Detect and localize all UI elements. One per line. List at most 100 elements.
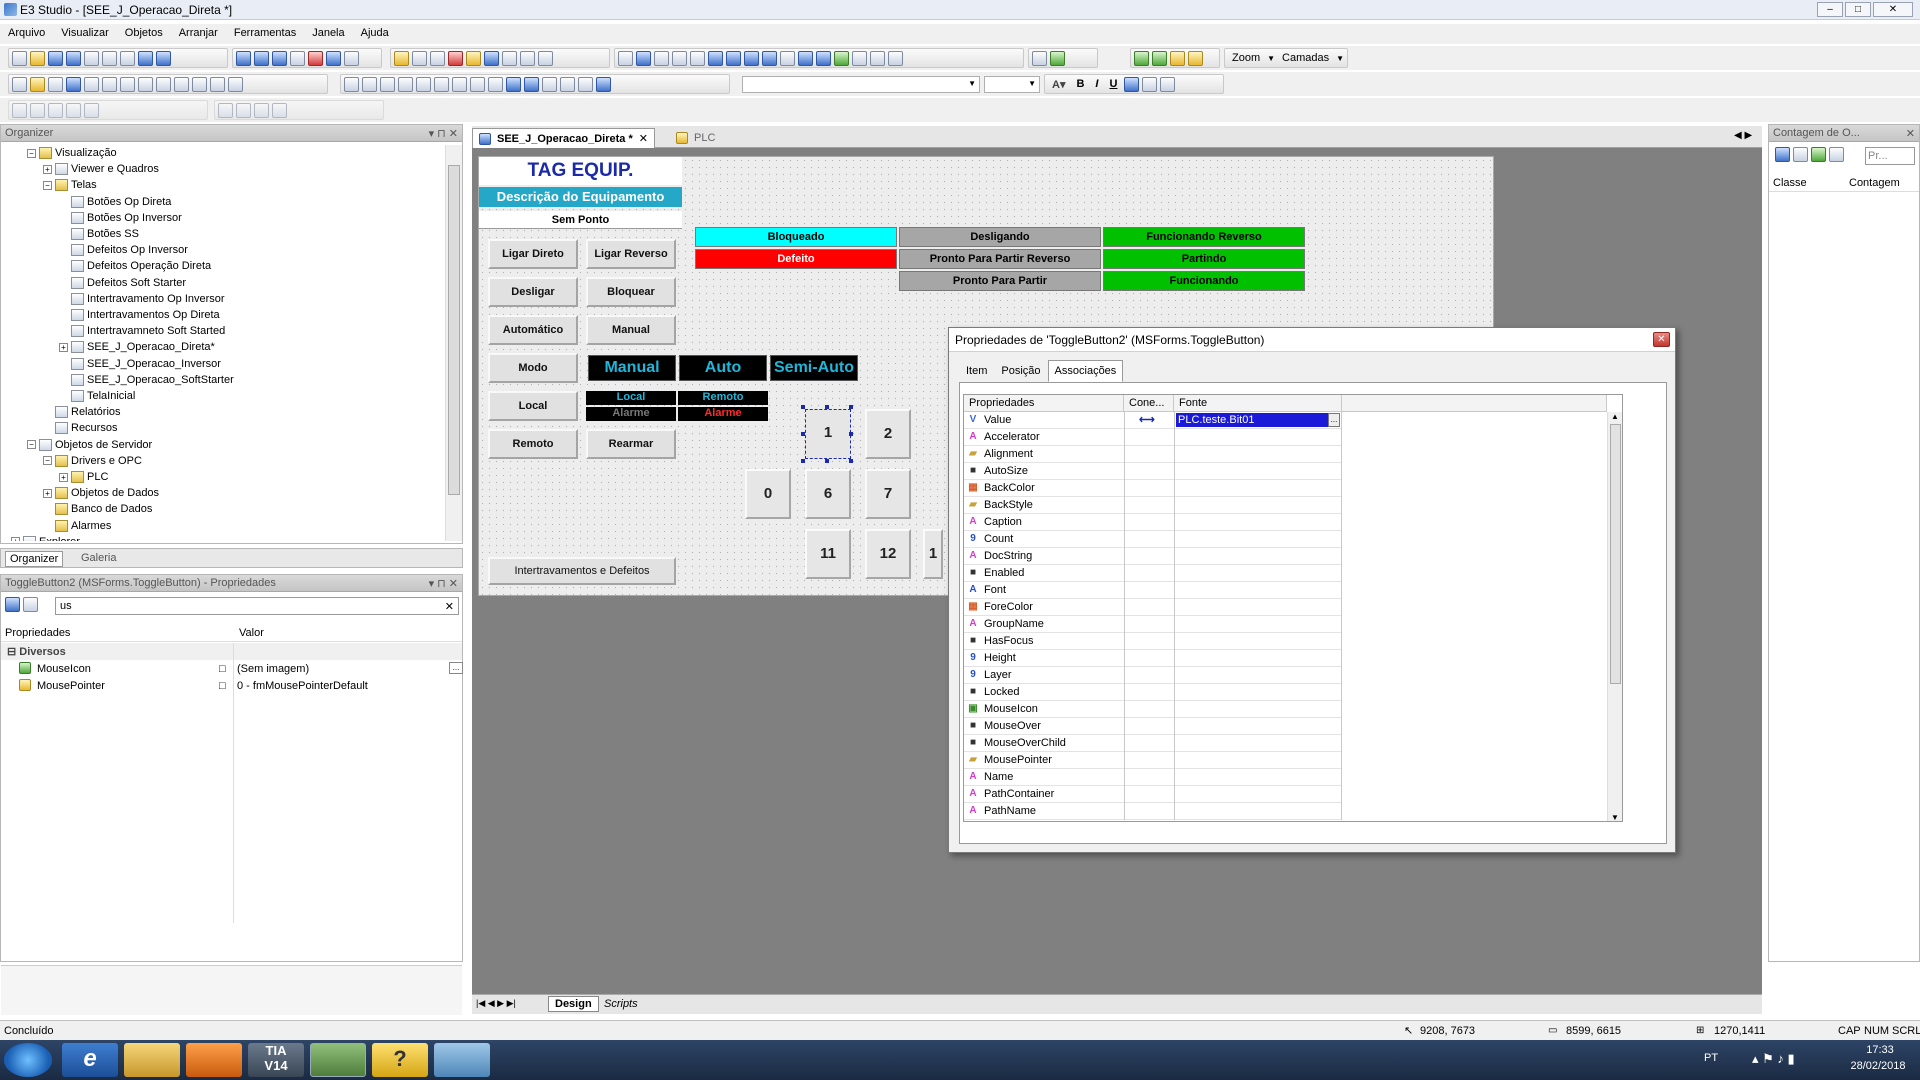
layout-icon[interactable] (272, 50, 287, 66)
source-cell[interactable] (1174, 633, 1342, 650)
connection-cell[interactable]: ⟷ (1124, 412, 1174, 429)
underline-icon[interactable]: U (1105, 78, 1121, 90)
key-1-selected[interactable]: 1 (805, 409, 851, 459)
selection-handle[interactable] (801, 432, 805, 436)
connection-cell[interactable] (1124, 667, 1174, 684)
shadow-icon[interactable] (218, 102, 233, 118)
tree-item[interactable]: Botões Op Direta (59, 194, 171, 210)
rearmar-button[interactable]: Rearmar (586, 429, 676, 459)
sigma-icon[interactable] (484, 50, 499, 66)
tree-item[interactable]: Alarmes (43, 518, 111, 534)
connection-cell[interactable] (1124, 429, 1174, 446)
combobox-icon[interactable] (138, 76, 153, 92)
desligar-button[interactable]: Desligar (488, 277, 578, 307)
tree-item[interactable]: Banco de Dados (43, 501, 152, 517)
media-player-icon[interactable] (186, 1043, 242, 1077)
text-left-icon[interactable] (1124, 76, 1140, 92)
minimize-button[interactable]: – (1817, 2, 1843, 17)
connection-cell[interactable] (1124, 684, 1174, 701)
alpha-sort-icon[interactable] (23, 597, 38, 612)
source-cell[interactable] (1174, 446, 1342, 463)
tree-item[interactable]: Defeitos Op Inversor (59, 242, 188, 258)
connection-cell[interactable] (1124, 735, 1174, 752)
font-color-icon[interactable]: A▾ (1048, 78, 1069, 91)
font-name-select[interactable]: ▼ (742, 76, 980, 93)
start-button[interactable] (4, 1043, 52, 1077)
connection-cell[interactable] (1124, 548, 1174, 565)
connection-cell[interactable] (1124, 803, 1174, 820)
connection-cell[interactable] (1124, 514, 1174, 531)
key-7[interactable]: 7 (865, 469, 911, 519)
association-row[interactable]: A Caption (964, 514, 1342, 531)
scroll-up-icon[interactable]: ▲ (1611, 412, 1619, 421)
effect1-icon[interactable] (236, 102, 251, 118)
organizer-close-icon[interactable]: ▾ ⊓ ✕ (429, 127, 458, 140)
source-cell[interactable] (1174, 667, 1342, 684)
expand-icon[interactable]: + (59, 472, 68, 482)
connection-cell[interactable] (1124, 582, 1174, 599)
maximize-button[interactable]: □ (1845, 2, 1871, 17)
align-left-icon[interactable] (344, 76, 359, 92)
source-cell[interactable] (1174, 650, 1342, 667)
tab-scroll-icon[interactable]: ◀ ▶ (1734, 130, 1752, 141)
selection-handle[interactable] (825, 459, 829, 463)
tree-item[interactable]: Defeitos Soft Starter (59, 275, 186, 291)
tab-design[interactable]: Design (548, 996, 599, 1012)
arrow-style-icon[interactable] (84, 102, 99, 118)
property-row[interactable]: MouseIcon □ (Sem imagem)... (1, 661, 463, 678)
copy-icon[interactable] (102, 50, 117, 66)
connection-cell[interactable] (1124, 565, 1174, 582)
selection-handle[interactable] (801, 405, 805, 409)
menu-ferramentas[interactable]: Ferramentas (226, 24, 304, 42)
display-icon[interactable] (870, 50, 885, 66)
font-size-select[interactable]: ▼ (984, 76, 1040, 93)
text-right-icon[interactable] (1160, 76, 1176, 92)
source-cell[interactable] (1174, 497, 1342, 514)
association-row[interactable]: ■ MouseOver (964, 718, 1342, 735)
source-cell[interactable] (1174, 429, 1342, 446)
tray-icons[interactable]: ▴ ⚑ ♪ ▮ (1752, 1051, 1795, 1067)
property-row[interactable]: MousePointer □ 0 - fmMousePointerDefault (1, 678, 462, 695)
properties-close-icon[interactable]: ▾ ⊓ ✕ (429, 577, 458, 590)
curve-icon[interactable] (816, 50, 831, 66)
tool2-icon[interactable] (430, 50, 445, 66)
refresh-icon[interactable] (1811, 147, 1826, 162)
organizer-scrollbar[interactable] (445, 145, 462, 541)
listbox-icon[interactable] (120, 76, 135, 92)
effect3-icon[interactable] (272, 102, 287, 118)
tree-item[interactable]: Botões Op Inversor (59, 210, 182, 226)
tree-item[interactable]: Intertravamneto Soft Started (59, 323, 225, 339)
tab-scripts[interactable]: Scripts (598, 997, 644, 1011)
same-height-icon[interactable] (488, 76, 503, 92)
association-row[interactable]: A DocString (964, 548, 1342, 565)
association-row[interactable]: ■ Locked (964, 684, 1342, 701)
setpoint-icon[interactable] (888, 50, 903, 66)
selection-handle[interactable] (801, 459, 805, 463)
image-icon[interactable] (834, 50, 849, 66)
grid-icon[interactable] (596, 76, 611, 92)
tab-posicao[interactable]: Posição (994, 360, 1047, 382)
source-cell[interactable] (1174, 531, 1342, 548)
warning-icon[interactable] (394, 50, 409, 66)
package-icon[interactable] (448, 50, 463, 66)
option-icon[interactable] (102, 76, 117, 92)
bold-icon[interactable]: B (1072, 78, 1088, 90)
tool3-icon[interactable] (502, 50, 517, 66)
connection-cell[interactable] (1124, 650, 1174, 667)
source-cell[interactable] (1174, 616, 1342, 633)
space-h-icon[interactable] (506, 76, 521, 92)
tree-item[interactable]: Recursos (43, 420, 117, 436)
association-row[interactable]: A PathContainer (964, 786, 1342, 803)
layers-dropdown[interactable]: Camadas (1278, 52, 1333, 64)
forward-icon[interactable] (1170, 50, 1185, 66)
menu-objetos[interactable]: Objetos (117, 24, 171, 42)
association-row[interactable]: A Font (964, 582, 1342, 599)
obj1-icon[interactable] (12, 76, 27, 92)
tree-item[interactable]: + Viewer e Quadros (43, 161, 159, 177)
source-cell[interactable] (1174, 684, 1342, 701)
front-icon[interactable] (1134, 50, 1149, 66)
close-tab-icon[interactable]: ✕ (639, 132, 648, 145)
edit-points-icon[interactable] (654, 50, 669, 66)
explorer-icon[interactable] (124, 1043, 180, 1077)
tree-item[interactable]: Botões SS (59, 226, 139, 242)
